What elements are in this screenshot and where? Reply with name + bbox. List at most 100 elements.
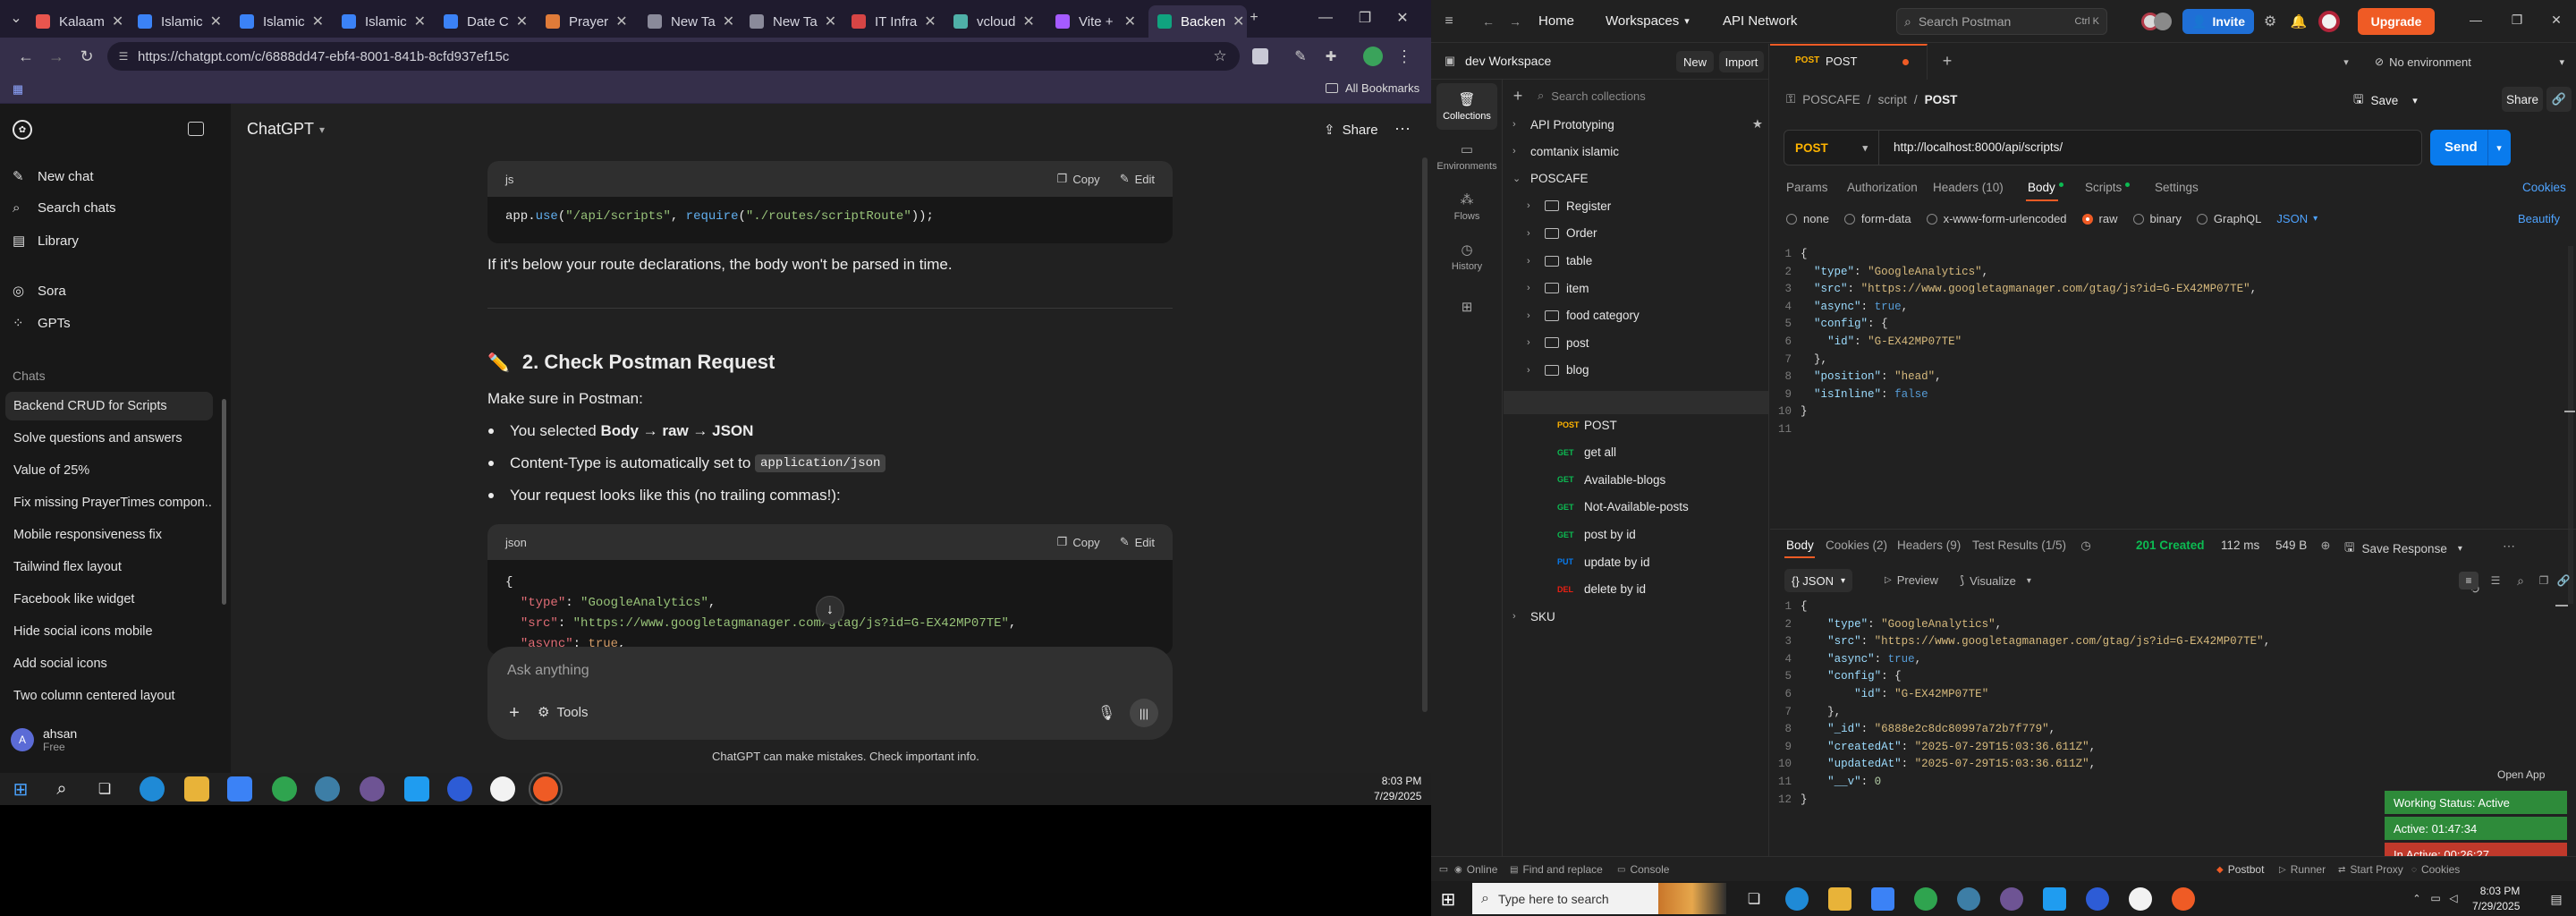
copy-button[interactable]: ❐ Copy	[1057, 535, 1100, 549]
request-item[interactable]: POST POST	[1557, 419, 1617, 432]
close-tab-icon[interactable]: ✕	[917, 13, 936, 30]
close-tab-icon[interactable]: ✕	[509, 13, 528, 30]
close-icon[interactable]: ✕	[2547, 11, 2565, 29]
nav-api-network[interactable]: API Network	[1723, 13, 1797, 29]
chat-history-item[interactable]: Hide social icons mobile	[5, 617, 213, 646]
sidebar-scrollbar[interactable]	[222, 399, 226, 605]
browser-tab[interactable]: Kalaam ✕	[27, 5, 125, 38]
nav-workspaces[interactable]: Workspaces ▾	[1606, 13, 1690, 29]
avatar[interactable]	[2154, 13, 2172, 30]
folder-item[interactable]: › Register	[1527, 199, 1611, 213]
request-item[interactable]: GET Available-blogs	[1557, 473, 1665, 487]
request-item[interactable]: GET get all	[1557, 445, 1616, 459]
chat-history-item[interactable]: Mobile responsiveness fix	[5, 521, 213, 549]
postman-icon[interactable]	[2172, 887, 2195, 911]
taskbar-search[interactable]: ⌕ Type here to search	[1472, 883, 1726, 914]
chat-history-item[interactable]: Solve questions and answers	[5, 424, 213, 453]
request-item[interactable]: GET post by id	[1557, 528, 1636, 541]
save-button[interactable]: 🖫 Save ▾	[2353, 90, 2418, 111]
microphone-icon[interactable]: 🎙	[1096, 702, 1117, 724]
request-tab[interactable]: POST POST	[1770, 44, 1928, 80]
browser-tab[interactable]: New Ta ✕	[741, 5, 839, 38]
profile-avatar[interactable]	[1363, 47, 1383, 66]
app-icon[interactable]	[490, 776, 515, 802]
menu-kebab-icon[interactable]: ⋮	[1395, 47, 1413, 66]
chrome-icon[interactable]	[1914, 887, 1937, 911]
edge-icon[interactable]	[1785, 887, 1809, 911]
chat-history-item[interactable]: Value of 25%	[5, 456, 213, 485]
clock[interactable]: 8:03 PM 7/29/2025	[1374, 774, 1421, 804]
preview-button[interactable]: ▷ Preview	[1885, 573, 1938, 587]
search-collections[interactable]: ⌕ Search collections	[1532, 84, 1763, 107]
task-view-icon[interactable]: ❏	[1744, 889, 1764, 909]
composer-input[interactable]: Ask anything	[507, 663, 589, 679]
tab-authorization[interactable]: Authorization	[1847, 181, 1918, 194]
rail-configure[interactable]: ⊞	[1436, 284, 1497, 330]
back-icon[interactable]: ←	[1479, 13, 1497, 30]
editor-scrollbar[interactable]	[2568, 246, 2573, 604]
radio-none[interactable]	[1786, 213, 1797, 225]
new-chat-button[interactable]: ✎ New chat	[13, 168, 94, 185]
folder-item[interactable]: › item	[1527, 282, 1589, 295]
reload-icon[interactable]: ↻	[77, 47, 97, 66]
close-tab-icon[interactable]: ✕	[203, 13, 222, 30]
tab-params[interactable]: Params	[1786, 181, 1828, 194]
workspace-name[interactable]: dev Workspace	[1465, 54, 1551, 68]
site-info-icon[interactable]: ☰	[116, 49, 131, 64]
url-input[interactable]: http://localhost:8000/api/scripts/	[1894, 140, 2063, 154]
resp-tab-cookies[interactable]: Cookies (2)	[1826, 539, 1887, 552]
forward-icon[interactable]: →	[47, 47, 66, 66]
radio-urlencoded[interactable]	[1926, 213, 1937, 225]
chat-history-item[interactable]: Fix missing PrayerTimes compon...	[5, 488, 213, 517]
new-tab-plus-icon[interactable]: +	[1938, 52, 1956, 70]
response-time[interactable]: 112 ms	[2221, 539, 2259, 552]
resp-tab-headers[interactable]: Headers (9)	[1897, 539, 1961, 552]
sora-button[interactable]: ◎ Sora	[13, 283, 66, 300]
tab-search-icon[interactable]: ⌄	[7, 9, 25, 27]
file-explorer-icon[interactable]	[1828, 887, 1852, 911]
zoom-icon[interactable]	[2086, 887, 2109, 911]
tools-button[interactable]: ⚙ Tools	[538, 704, 588, 721]
browser-tab[interactable]: Islamic ✕	[231, 5, 329, 38]
chat-history-item[interactable]: Add social icons	[5, 649, 213, 678]
console-button[interactable]: ▭ Console	[1617, 863, 1669, 876]
folder-item[interactable]: › post	[1527, 336, 1589, 350]
response-format-select[interactable]: {} JSON ▾	[1784, 569, 1852, 592]
voice-mode-icon[interactable]: |||	[1130, 699, 1158, 727]
search-chats-button[interactable]: ⌕ Search chats	[13, 200, 116, 216]
apps-grid-icon[interactable]: ▦	[11, 82, 25, 97]
file-explorer-icon[interactable]	[184, 776, 209, 802]
windows-start-icon[interactable]: ⊞	[11, 779, 30, 800]
folder-item[interactable]: › food category	[1527, 309, 1640, 322]
zoom-icon[interactable]	[447, 776, 472, 802]
add-collection-icon[interactable]: +	[1509, 87, 1527, 105]
browser-tab[interactable]: Islamic ✕	[333, 5, 431, 38]
vscode-alt-icon[interactable]	[315, 776, 340, 802]
link-icon[interactable]: 🔗	[2546, 87, 2572, 112]
minimize-icon[interactable]: —	[1317, 9, 1335, 27]
close-tab-icon[interactable]: ✕	[305, 13, 324, 30]
rail-environments[interactable]: ▭ Environments	[1436, 133, 1497, 180]
collection-item[interactable]: › API Prototyping ★	[1513, 117, 1763, 131]
notifications-bell-icon[interactable]: 🔔	[2290, 13, 2308, 30]
open-app-link[interactable]: Open App	[2497, 768, 2545, 781]
environment-selector[interactable]: ⊘ No environment ▾	[2375, 51, 2564, 72]
request-item[interactable]: DEL delete by id	[1557, 582, 1646, 596]
app-icon[interactable]	[2129, 887, 2152, 911]
back-icon[interactable]: ←	[16, 47, 36, 66]
store-icon[interactable]	[1871, 887, 1894, 911]
wrap-lines-icon[interactable]: ≡	[2459, 572, 2479, 589]
chevron-down-icon[interactable]: ▾	[2490, 139, 2508, 157]
visualize-button[interactable]: ⟆ Visualize ▾	[1960, 573, 2031, 588]
user-profile[interactable]: A ahsan Free	[11, 726, 77, 753]
tray-chevron-icon[interactable]: ⌃	[2410, 891, 2424, 905]
github-icon[interactable]	[2000, 887, 2023, 911]
close-tab-icon[interactable]: ✕	[407, 13, 426, 30]
close-tab-icon[interactable]: ✕	[105, 13, 123, 30]
chat-history-item[interactable]: Facebook like widget	[5, 585, 213, 614]
time-tracker-badge[interactable]: Working Status: Active	[2385, 791, 2567, 814]
save-response-button[interactable]: 🖫 Save Response ▾	[2344, 539, 2462, 559]
volume-icon[interactable]: ◁	[2445, 890, 2462, 906]
forward-icon[interactable]: →	[1506, 13, 1524, 30]
edit-button[interactable]: ✎ Edit	[1120, 172, 1155, 186]
